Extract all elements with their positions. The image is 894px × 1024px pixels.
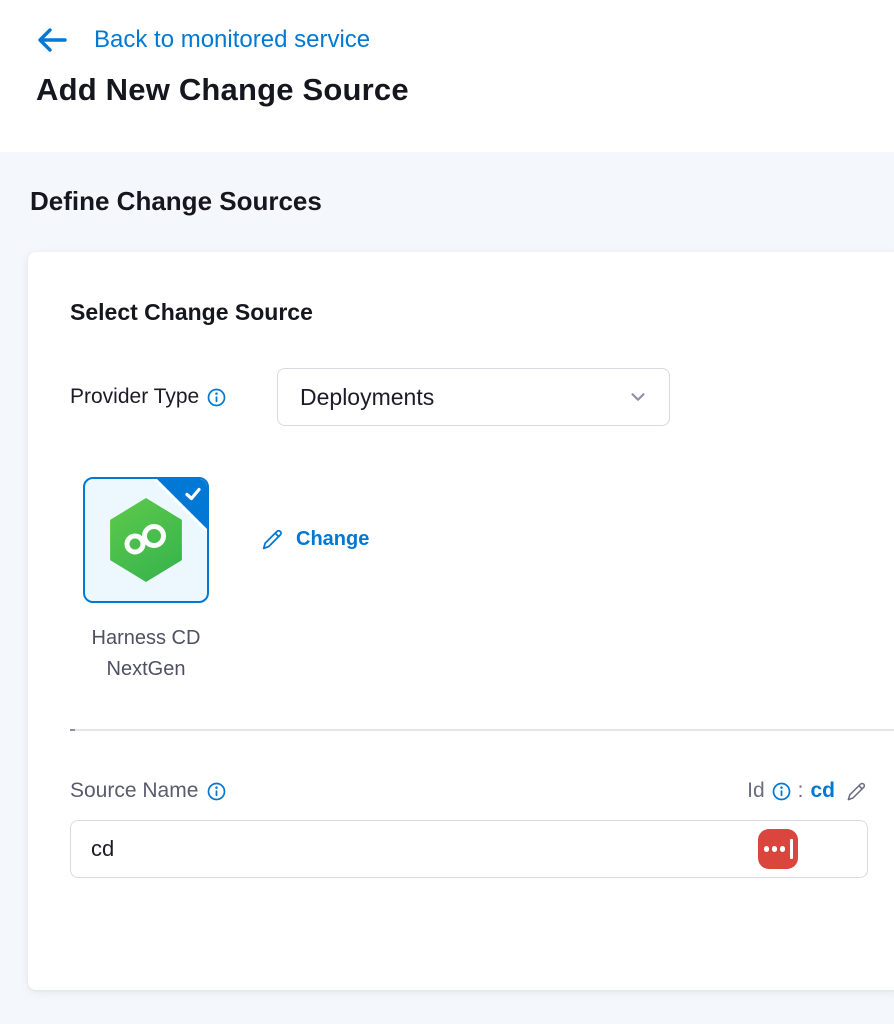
info-icon[interactable] <box>207 782 226 801</box>
id-separator: : <box>798 779 804 803</box>
back-arrow-icon <box>36 26 68 54</box>
edit-pencil-icon <box>260 527 285 552</box>
source-name-label-group: Source Name <box>70 779 226 803</box>
change-link-label[interactable]: Change <box>296 528 369 551</box>
selected-source-tile[interactable] <box>83 477 209 603</box>
source-name-row: Source Name Id : cd <box>70 779 868 803</box>
password-manager-icon[interactable] <box>758 829 798 869</box>
info-icon[interactable] <box>772 782 791 801</box>
check-icon <box>182 483 204 505</box>
selected-source-row: Harness CD NextGen Change <box>70 477 884 685</box>
back-link-label[interactable]: Back to monitored service <box>94 26 370 54</box>
provider-type-label-group: Provider Type <box>70 385 277 409</box>
section-title: Define Change Sources <box>30 186 894 217</box>
selected-source-column: Harness CD NextGen <box>70 477 222 685</box>
chevron-down-icon <box>627 386 649 408</box>
source-name-input[interactable] <box>70 820 868 878</box>
id-group: Id : cd <box>747 779 868 803</box>
change-source-card: Select Change Source Provider Type Deplo… <box>28 252 894 990</box>
source-name-label: Source Name <box>70 779 198 803</box>
provider-type-value: Deployments <box>300 384 627 411</box>
source-name-field <box>70 820 868 878</box>
provider-type-dropdown[interactable]: Deployments <box>277 368 670 426</box>
info-icon[interactable] <box>207 388 226 407</box>
id-label: Id <box>747 779 765 803</box>
dot <box>780 846 786 852</box>
provider-type-label: Provider Type <box>70 385 199 409</box>
back-link[interactable]: Back to monitored service <box>36 26 858 54</box>
harness-cd-logo-icon <box>107 498 185 582</box>
selected-source-name: Harness CD NextGen <box>70 623 222 685</box>
page-title: Add New Change Source <box>36 72 858 108</box>
cursor-bar <box>790 839 793 859</box>
dot <box>772 846 778 852</box>
define-change-sources-section: Define Change Sources Select Change Sour… <box>0 152 894 1024</box>
provider-type-row: Provider Type Deployments <box>70 368 884 426</box>
change-source-link[interactable]: Change <box>260 527 369 552</box>
page-header: Back to monitored service Add New Change… <box>0 0 894 152</box>
divider <box>70 729 894 731</box>
dot <box>764 846 770 852</box>
id-value: cd <box>810 779 835 803</box>
edit-id-pencil-icon[interactable] <box>845 780 868 803</box>
card-heading: Select Change Source <box>70 299 884 326</box>
